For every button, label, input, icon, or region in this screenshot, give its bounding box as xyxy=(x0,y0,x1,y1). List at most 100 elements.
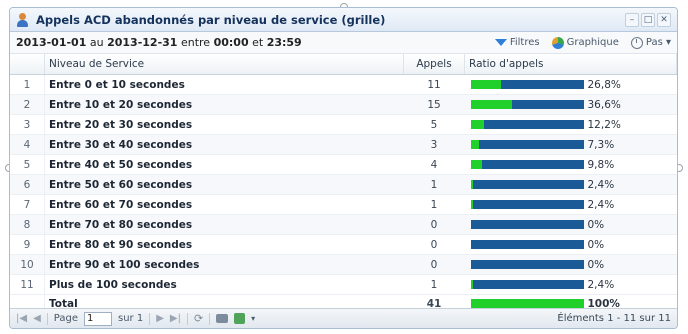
service-level-name: Entre 80 et 90 secondes xyxy=(44,234,404,255)
separator xyxy=(46,312,48,325)
ratio-bar xyxy=(470,260,584,269)
items-count: Éléments 1 - 11 sur 11 xyxy=(557,313,671,324)
au-text: au xyxy=(89,36,104,49)
page-input[interactable] xyxy=(83,311,112,326)
table-row[interactable]: 5 Entre 40 et 50 secondes 4 9,8% xyxy=(10,154,677,175)
ratio-bar xyxy=(470,160,584,169)
separator xyxy=(186,312,188,325)
table-row[interactable]: 2 Entre 10 et 20 secondes 15 36,6% xyxy=(10,94,677,115)
export-dropdown-icon[interactable]: ▾ xyxy=(251,314,255,323)
print-icon[interactable] xyxy=(216,314,229,323)
ratio-cell: 26,8% xyxy=(464,74,677,95)
table-row[interactable]: 11 Plus de 100 secondes 1 2,4% xyxy=(10,274,677,295)
clock-icon xyxy=(630,36,643,49)
ratio-cell: 2,4% xyxy=(464,174,677,195)
table-row[interactable]: 4 Entre 30 et 40 secondes 3 7,3% xyxy=(10,134,677,155)
ratio-percent: 7,3% xyxy=(587,138,615,151)
table-row[interactable]: 9 Entre 80 et 90 secondes 0 0% xyxy=(10,234,677,255)
date-range: 2013-01-01 au 2013-12-31 entre 00:00 et … xyxy=(16,36,302,49)
toolbar-actions: Filtres Graphique Pas ▾ xyxy=(494,36,671,49)
report-window: Appels ACD abandonnés par niveau de serv… xyxy=(9,7,678,329)
filters-button[interactable]: Filtres xyxy=(494,37,540,48)
pie-chart-icon xyxy=(551,36,564,49)
call-count: 1 xyxy=(403,274,465,295)
of-label: sur 1 xyxy=(117,313,144,324)
filter-icon xyxy=(494,39,507,46)
ratio-bar xyxy=(470,120,584,129)
ratio-bar xyxy=(470,100,584,109)
table-row[interactable]: 10 Entre 90 et 100 secondes 0 0% xyxy=(10,254,677,275)
filters-label: Filtres xyxy=(509,37,540,48)
row-number: 10 xyxy=(10,254,45,275)
report-toolbar: 2013-01-01 au 2013-12-31 entre 00:00 et … xyxy=(10,32,677,54)
page-label: Page xyxy=(53,313,78,324)
call-count: 4 xyxy=(403,154,465,175)
table-row[interactable]: 7 Entre 60 et 70 secondes 1 2,4% xyxy=(10,194,677,215)
ratio-bar-fill xyxy=(470,299,584,308)
call-count: 1 xyxy=(403,194,465,215)
service-level-name: Entre 10 et 20 secondes xyxy=(44,94,404,115)
ratio-percent: 2,4% xyxy=(587,178,615,191)
table-row[interactable]: 3 Entre 20 et 30 secondes 5 12,2% xyxy=(10,114,677,135)
ratio-bar xyxy=(470,80,584,89)
ratio-bar-fill xyxy=(470,140,479,149)
row-number: 9 xyxy=(10,234,45,255)
row-number: 3 xyxy=(10,114,45,135)
call-count: 11 xyxy=(403,74,465,95)
prev-page-icon[interactable]: ◀ xyxy=(33,313,41,324)
service-level-name: Entre 30 et 40 secondes xyxy=(44,134,404,155)
ratio-bar-fill xyxy=(470,180,474,189)
row-number: 7 xyxy=(10,194,45,215)
next-page-icon[interactable]: ▶ xyxy=(156,313,164,324)
ratio-bar-fill xyxy=(470,200,474,209)
ratio-cell: 7,3% xyxy=(464,134,677,155)
header-level[interactable]: Niveau de Service xyxy=(44,54,404,75)
ratio-bar xyxy=(470,140,584,149)
ratio-bar xyxy=(470,280,584,289)
entre-text: entre xyxy=(180,36,211,49)
close-button[interactable]: ✕ xyxy=(657,13,671,27)
header-num[interactable] xyxy=(10,54,45,75)
table-row[interactable]: 8 Entre 70 et 80 secondes 0 0% xyxy=(10,214,677,235)
service-level-grid: Niveau de Service Appels Ratio d'appels … xyxy=(10,54,677,313)
header-calls[interactable]: Appels xyxy=(403,54,465,75)
ratio-percent: 0% xyxy=(587,258,605,271)
step-dropdown[interactable]: Pas ▾ xyxy=(630,36,671,49)
last-page-icon[interactable]: ▶| xyxy=(170,313,181,324)
ratio-percent: 12,2% xyxy=(587,118,621,131)
ratio-bar-fill xyxy=(470,280,474,289)
minimize-button[interactable]: – xyxy=(625,13,639,27)
ratio-percent: 9,8% xyxy=(587,158,615,171)
time-from: 00:00 xyxy=(213,36,249,49)
table-row[interactable]: 6 Entre 50 et 60 secondes 1 2,4% xyxy=(10,174,677,195)
row-number: 2 xyxy=(10,94,45,115)
date-from: 2013-01-01 xyxy=(16,36,87,49)
ratio-bar-fill xyxy=(470,160,482,169)
ratio-percent: 2,4% xyxy=(587,278,615,291)
header-ratio[interactable]: Ratio d'appels xyxy=(464,54,677,75)
row-number: 8 xyxy=(10,214,45,235)
ratio-cell: 12,2% xyxy=(464,114,677,135)
ratio-cell: 0% xyxy=(464,234,677,255)
first-page-icon[interactable]: |◀ xyxy=(16,313,27,324)
refresh-icon[interactable]: ⟳ xyxy=(194,312,203,325)
ratio-bar-fill xyxy=(470,120,485,129)
call-count: 15 xyxy=(403,94,465,115)
service-level-name: Plus de 100 secondes xyxy=(44,274,404,295)
separator xyxy=(149,312,151,325)
row-number: 4 xyxy=(10,134,45,155)
call-count: 0 xyxy=(403,234,465,255)
table-row[interactable]: 1 Entre 0 et 10 secondes 11 26,8% xyxy=(10,74,677,95)
agent-user-icon xyxy=(16,12,30,27)
service-level-name: Entre 60 et 70 secondes xyxy=(44,194,404,215)
ratio-percent: 36,6% xyxy=(587,98,621,111)
window-titlebar[interactable]: Appels ACD abandonnés par niveau de serv… xyxy=(10,8,677,32)
window-controls: – □ ✕ xyxy=(625,13,671,27)
chart-button[interactable]: Graphique xyxy=(551,36,619,49)
call-count: 0 xyxy=(403,214,465,235)
export-icon[interactable] xyxy=(234,313,246,324)
maximize-button[interactable]: □ xyxy=(641,13,655,27)
call-count: 3 xyxy=(403,134,465,155)
ratio-percent: 0% xyxy=(587,238,605,251)
ratio-bar xyxy=(470,180,584,189)
